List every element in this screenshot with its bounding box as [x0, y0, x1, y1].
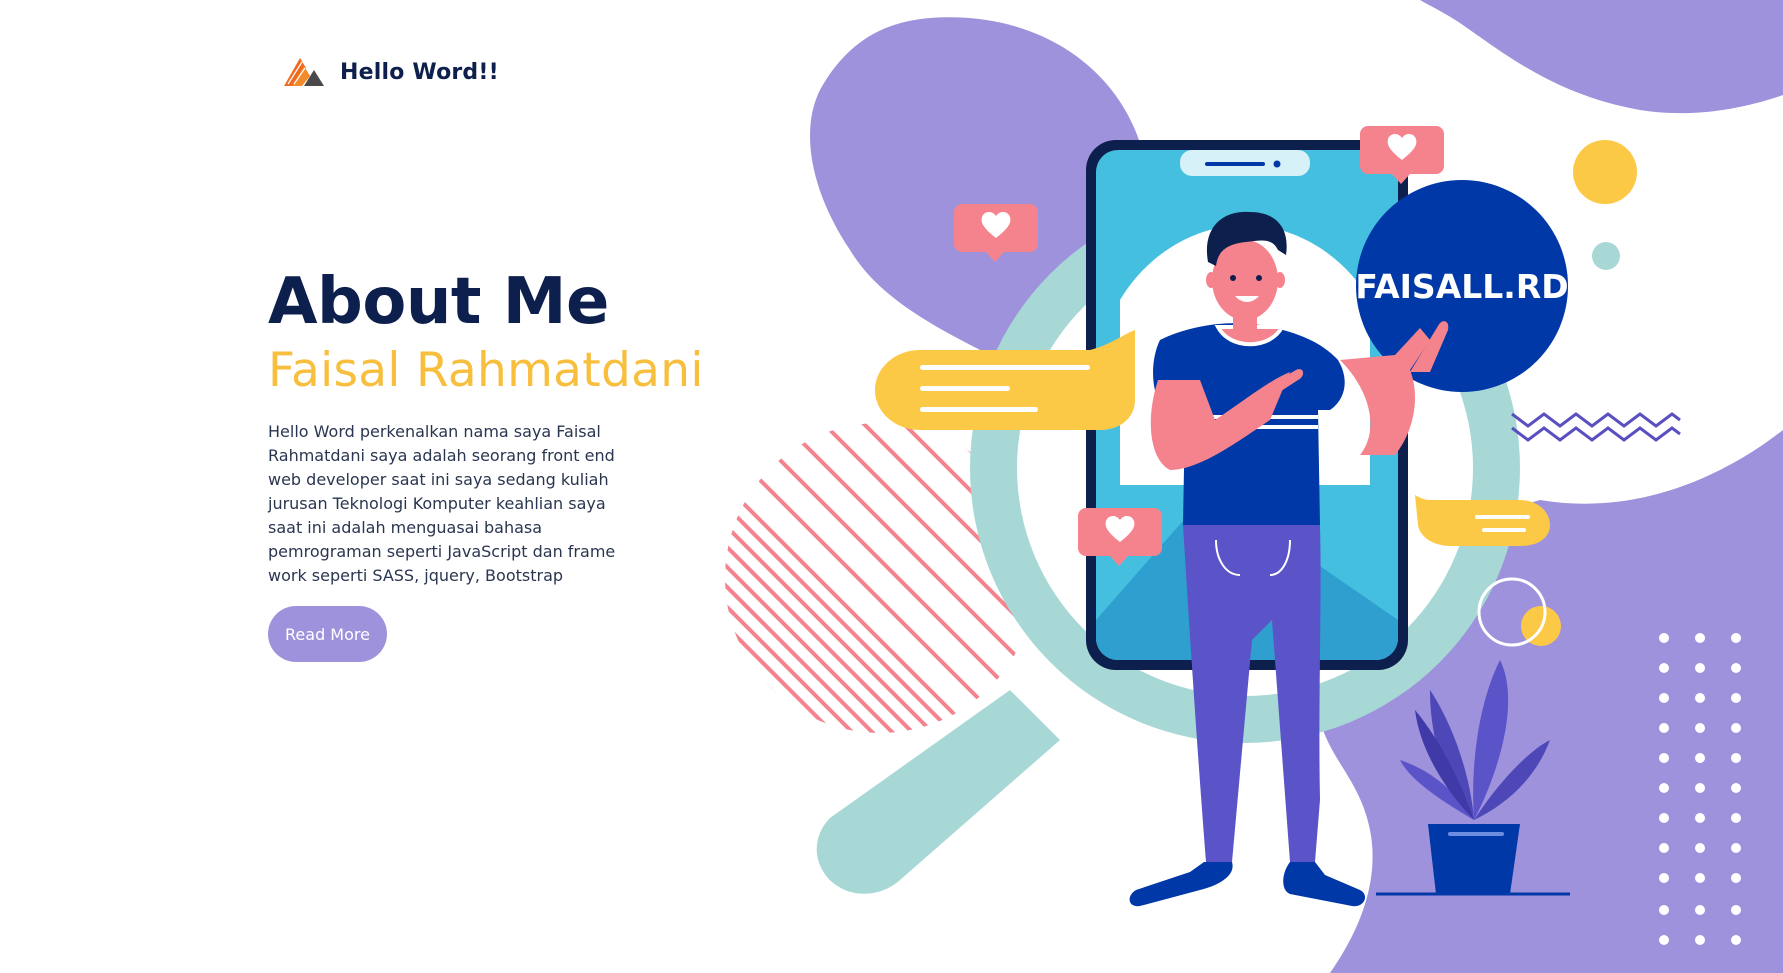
zigzag-icon	[1511, 412, 1681, 442]
brand-name: Hello Word!!	[340, 59, 499, 85]
heart-icon	[1360, 126, 1444, 184]
magnifier-ring	[970, 193, 1520, 743]
plant-icon	[1376, 660, 1570, 896]
smartphone-icon	[1086, 140, 1408, 670]
outline-circle	[1477, 577, 1547, 647]
read-more-button[interactable]: Read More	[268, 606, 387, 662]
mountain-logo-icon	[284, 58, 324, 86]
chat-bubble-icon	[875, 330, 1135, 430]
person-illustration	[1129, 211, 1449, 907]
chat-bubble-icon	[1415, 495, 1550, 546]
heart-icon	[1078, 508, 1162, 566]
heart-icon	[954, 204, 1038, 262]
hero-heading-group: About Me Faisal Rahmatdani	[268, 262, 768, 400]
brand[interactable]: Hello Word!!	[282, 54, 499, 90]
about-page: FAISALL.RD Hello Word!! About Me Faisal …	[0, 0, 1783, 973]
dot-grid-icon	[1659, 633, 1741, 945]
name-badge: FAISALL.RD	[1355, 180, 1569, 392]
about-description: Hello Word perkenalkan nama saya Faisal …	[268, 422, 616, 585]
yellow-small-circle	[1521, 606, 1561, 646]
purple-blob-top-right	[1420, 0, 1783, 114]
page-title: About Me	[268, 265, 609, 339]
yellow-circle	[1573, 140, 1637, 204]
teal-dot	[1592, 242, 1620, 270]
badge-text: FAISALL.RD	[1355, 267, 1568, 306]
magnifier-handle	[816, 690, 1060, 894]
page-subtitle: Faisal Rahmatdani	[268, 343, 704, 398]
purple-blob-bottom-right	[1318, 430, 1783, 973]
purple-blob-left	[810, 17, 1146, 361]
